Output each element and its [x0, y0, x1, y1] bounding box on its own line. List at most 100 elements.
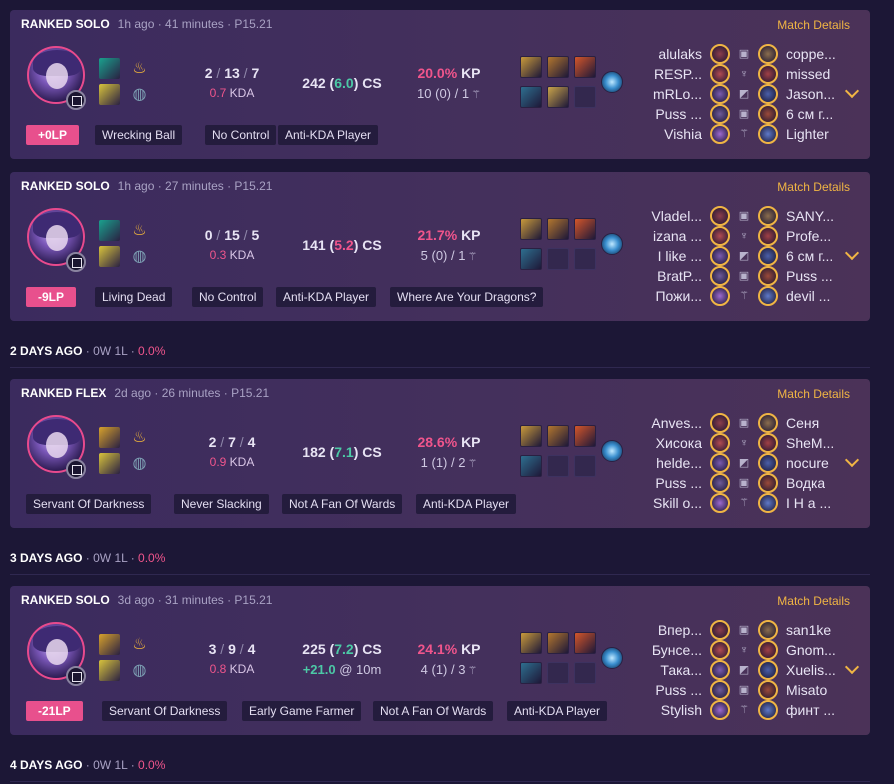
secondary-rune-icon[interactable]: ◍ — [129, 660, 150, 681]
champion-icon[interactable] — [758, 64, 778, 84]
primary-rune-icon[interactable]: ♨ — [129, 58, 150, 79]
blue-team-player[interactable]: Anves... — [640, 413, 730, 433]
red-team-player[interactable]: Водка — [758, 473, 840, 493]
champion-icon[interactable] — [758, 660, 778, 680]
blue-team-player[interactable]: RESP... — [640, 64, 730, 84]
player-name[interactable]: Puss ... — [786, 268, 833, 284]
player-name[interactable]: Puss ... — [655, 475, 702, 491]
player-name[interactable]: Впер... — [658, 622, 702, 638]
item-icon[interactable] — [547, 425, 569, 447]
item-icon[interactable] — [547, 218, 569, 240]
blue-team-player[interactable]: Skill o... — [640, 493, 730, 513]
blue-team-player[interactable]: Vladel... — [640, 206, 730, 226]
champion-icon[interactable] — [710, 286, 730, 306]
player-name[interactable]: Puss ... — [655, 106, 702, 122]
champion-icon[interactable] — [758, 473, 778, 493]
flash-spell-icon[interactable] — [99, 84, 120, 105]
player-name[interactable]: 6 см г... — [786, 248, 833, 264]
champion-icon[interactable] — [758, 246, 778, 266]
player-name[interactable]: 6 см г... — [786, 106, 833, 122]
player-name[interactable]: SheM... — [786, 435, 834, 451]
champion-icon[interactable] — [758, 84, 778, 104]
player-name[interactable]: Gnom... — [786, 642, 836, 658]
item-icon[interactable] — [520, 632, 542, 654]
champion-icon[interactable] — [710, 44, 730, 64]
champion-icon[interactable] — [758, 700, 778, 720]
performance-tag[interactable]: Anti-KDA Player — [416, 494, 517, 514]
blue-team-player[interactable]: Пожи... — [640, 286, 730, 306]
player-name[interactable]: I H a ... — [786, 495, 831, 511]
trinket-ward-icon[interactable] — [601, 71, 623, 93]
secondary-rune-icon[interactable]: ◍ — [129, 453, 150, 474]
item-icon[interactable] — [547, 86, 569, 108]
red-team-player[interactable]: SheM... — [758, 433, 840, 453]
champion-icon[interactable] — [758, 493, 778, 513]
player-name[interactable]: RESP... — [654, 66, 702, 82]
red-team-player[interactable]: I H a ... — [758, 493, 840, 513]
performance-tag[interactable]: Never Slacking — [174, 494, 269, 514]
champion-icon[interactable] — [758, 680, 778, 700]
flash-spell-icon[interactable] — [99, 246, 120, 267]
performance-tag[interactable]: Servant Of Darkness — [102, 701, 228, 721]
champion-icon[interactable] — [710, 473, 730, 493]
item-icon[interactable] — [520, 662, 542, 684]
red-team-player[interactable]: Profe... — [758, 226, 840, 246]
secondary-rune-icon[interactable]: ◍ — [129, 246, 150, 267]
player-name[interactable]: coppe... — [786, 46, 836, 62]
item-icon[interactable] — [574, 632, 596, 654]
expand-chevron-icon[interactable] — [846, 250, 858, 262]
expand-chevron-icon[interactable] — [846, 88, 858, 100]
performance-tag[interactable]: Living Dead — [95, 287, 173, 307]
champion-icon[interactable] — [758, 104, 778, 124]
player-name[interactable]: Puss ... — [655, 682, 702, 698]
red-team-player[interactable]: 6 см г... — [758, 246, 840, 266]
blue-team-player[interactable]: helde... — [640, 453, 730, 473]
red-team-player[interactable]: Jason... — [758, 84, 840, 104]
player-name[interactable]: I like ... — [658, 248, 702, 264]
champion-icon[interactable] — [710, 700, 730, 720]
champion-icon[interactable] — [758, 124, 778, 144]
champion-icon[interactable] — [758, 286, 778, 306]
champion-icon[interactable] — [758, 640, 778, 660]
champion-icon[interactable] — [758, 433, 778, 453]
champion-icon[interactable] — [710, 433, 730, 453]
blue-team-player[interactable]: izana ... — [640, 226, 730, 246]
ignite-spell-icon[interactable] — [99, 634, 120, 655]
player-name[interactable]: Водка — [786, 475, 825, 491]
red-team-player[interactable]: san1ke — [758, 620, 840, 640]
champion-icon[interactable] — [710, 124, 730, 144]
player-name[interactable]: Skill o... — [653, 495, 702, 511]
player-name[interactable]: Хисока — [656, 435, 702, 451]
red-team-player[interactable]: финт ... — [758, 700, 840, 720]
blue-team-player[interactable]: Бунсе... — [640, 640, 730, 660]
player-name[interactable]: izana ... — [653, 228, 702, 244]
match-details-link[interactable]: Match Details — [777, 18, 850, 32]
performance-tag[interactable]: Where Are Your Dragons? — [390, 287, 544, 307]
champion-icon[interactable] — [758, 620, 778, 640]
expand-chevron-icon[interactable] — [846, 664, 858, 676]
teleport-spell-icon[interactable] — [99, 58, 120, 79]
player-name[interactable]: Stylish — [661, 702, 702, 718]
player-name[interactable]: финт ... — [786, 702, 835, 718]
performance-tag[interactable]: Not A Fan Of Wards — [282, 494, 403, 514]
champion-icon[interactable] — [758, 413, 778, 433]
item-icon[interactable] — [574, 56, 596, 78]
player-name[interactable]: Сеня — [786, 415, 819, 431]
player-name[interactable]: Jason... — [786, 86, 835, 102]
player-name[interactable]: alulaks — [658, 46, 702, 62]
primary-rune-icon[interactable]: ♨ — [129, 634, 150, 655]
red-team-player[interactable]: Сеня — [758, 413, 840, 433]
performance-tag[interactable]: Servant Of Darkness — [26, 494, 152, 514]
flash-spell-icon[interactable] — [99, 660, 120, 681]
blue-team-player[interactable]: I like ... — [640, 246, 730, 266]
red-team-player[interactable]: Xuelis... — [758, 660, 840, 680]
red-team-player[interactable]: SANY... — [758, 206, 840, 226]
champion-icon[interactable] — [710, 246, 730, 266]
blue-team-player[interactable]: Puss ... — [640, 104, 730, 124]
blue-team-player[interactable]: BratP... — [640, 266, 730, 286]
match-details-link[interactable]: Match Details — [777, 594, 850, 608]
player-name[interactable]: Vladel... — [651, 208, 702, 224]
champion-icon[interactable] — [710, 660, 730, 680]
blue-team-player[interactable]: Впер... — [640, 620, 730, 640]
performance-tag[interactable]: No Control — [205, 125, 277, 145]
